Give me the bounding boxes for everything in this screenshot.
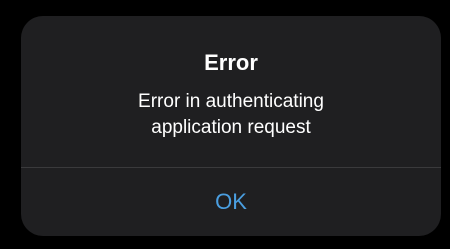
error-alert-dialog: Error Error in authenticating applicatio… [21,16,441,236]
alert-message: Error in authenticating application requ… [138,91,324,138]
alert-body: Error Error in authenticating applicatio… [21,16,441,167]
alert-title: Error [204,50,258,75]
screen: Error Error in authenticating applicatio… [0,0,450,249]
ok-button[interactable]: OK [21,168,441,236]
